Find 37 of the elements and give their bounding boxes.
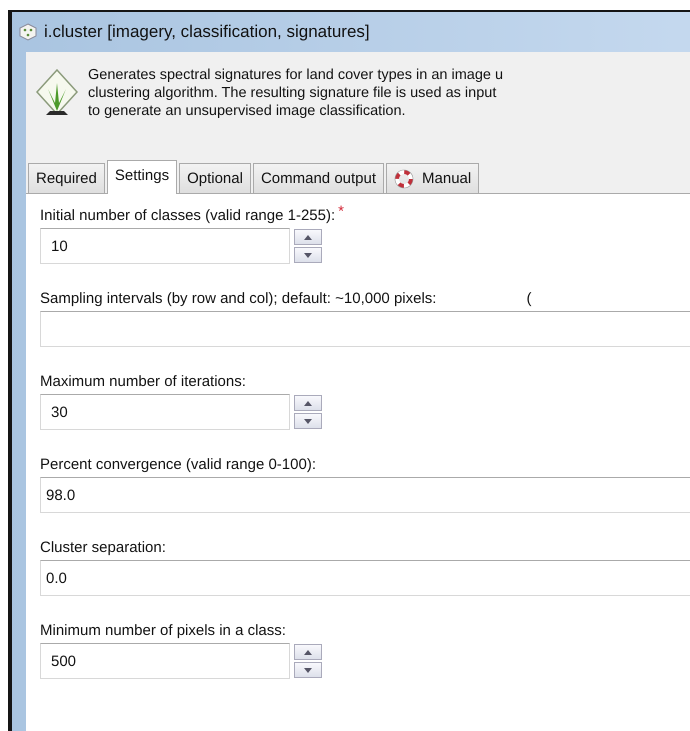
down-arrow-icon (304, 668, 312, 672)
spin-up-button[interactable] (294, 395, 322, 411)
field-label: Maximum number of iterations: (40, 372, 246, 392)
up-arrow-icon (304, 400, 312, 406)
number-field[interactable]: 30 (40, 394, 290, 430)
field-label: Minimum number of pixels in a class: (40, 621, 286, 641)
field-label: Cluster separation: (40, 538, 166, 558)
tab[interactable]: Settings (106, 160, 178, 194)
dice-icon (18, 22, 38, 42)
number-field[interactable]: 10 (40, 228, 290, 264)
tab[interactable]: Optional (179, 163, 251, 193)
spin-up-button[interactable] (294, 644, 322, 660)
description-line: clustering algorithm. The resulting signature file is used as input (88, 84, 498, 102)
tab[interactable]: Required (28, 163, 105, 193)
field-label: Sampling intervals (by row and col); default: ~10,000 pixels: (40, 289, 436, 309)
description-line: Generates spectral signatures for land cover types in an image u (88, 66, 504, 84)
tab[interactable]: Command output (252, 163, 384, 193)
spin-down-button[interactable] (294, 413, 322, 429)
down-arrow-icon (304, 252, 312, 258)
down-arrow-icon (304, 418, 312, 424)
field-label: ( (526, 289, 532, 309)
up-arrow-icon (304, 650, 312, 654)
field-label: Initial number of classes (valid range 1-255): (40, 206, 336, 226)
text-field[interactable]: 0.0 (40, 560, 690, 596)
window-title: i.cluster [imagery, classification, signatures] (44, 22, 370, 42)
text-field[interactable] (40, 311, 690, 347)
required-mark: * (338, 206, 344, 218)
description-line: to generate an unsupervised image classification. (88, 102, 407, 120)
spin-down-button[interactable] (294, 662, 322, 678)
lifebuoy-icon (394, 168, 414, 188)
tab[interactable]: Manual (386, 163, 480, 193)
number-field[interactable]: 500 (40, 643, 290, 679)
spin-up-button[interactable] (294, 229, 322, 245)
text-field[interactable]: 98.0 (40, 477, 690, 513)
spin-down-button[interactable] (294, 247, 322, 263)
up-arrow-icon (304, 234, 312, 240)
field-label: Percent convergence (valid range 0-100): (40, 455, 316, 475)
